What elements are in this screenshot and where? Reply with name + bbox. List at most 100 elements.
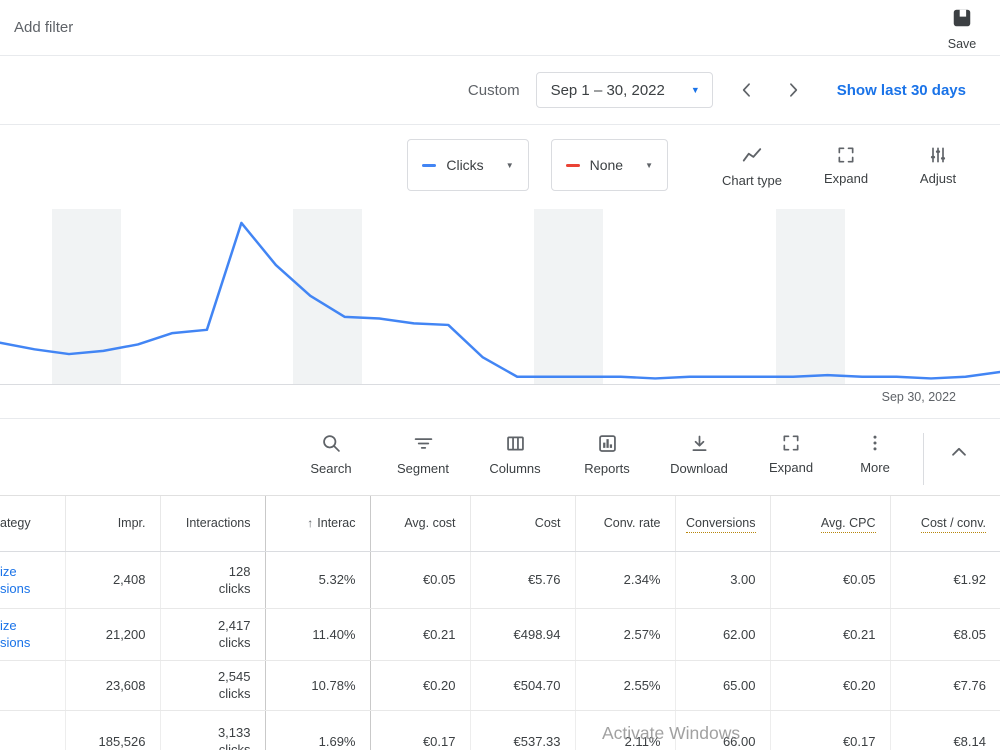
series1-metric-selector[interactable]: Clicks ▼ xyxy=(407,139,528,191)
table-total-row: 23,608 2,545 clicks 10.78% €0.20 €504.70… xyxy=(0,660,1000,710)
cost-per-conv-cell: €8.14 xyxy=(890,710,1000,750)
toolbar-divider xyxy=(923,433,924,485)
bid-strategy-cell xyxy=(0,660,65,710)
table-expand-button[interactable]: Expand xyxy=(745,433,837,475)
interactions-cell: 128 clicks xyxy=(160,551,265,608)
collapse-table-button[interactable] xyxy=(948,441,970,468)
interactions-cell: 2,417 clicks xyxy=(160,608,265,660)
chart-canvas xyxy=(0,209,1000,384)
avg-cost-cell: €0.21 xyxy=(370,608,470,660)
bid-strategy-link[interactable]: ize sions xyxy=(0,608,65,660)
dropdown-arrow-icon: ▼ xyxy=(645,161,653,170)
avg-cost-cell: €0.20 xyxy=(370,660,470,710)
more-vertical-icon xyxy=(865,433,885,453)
interactions-cell: 2,545 clicks xyxy=(160,660,265,710)
save-button[interactable]: Save xyxy=(940,7,984,51)
header-cost[interactable]: Cost xyxy=(470,496,575,551)
columns-button[interactable]: Columns xyxy=(469,433,561,476)
avg-cost-cell: €0.17 xyxy=(370,710,470,750)
segment-button[interactable]: Segment xyxy=(377,433,469,476)
search-icon xyxy=(321,433,342,454)
chart-controls: Clicks ▼ None ▼ Chart type Expand xyxy=(0,125,1000,197)
cost-cell: €504.70 xyxy=(470,660,575,710)
chevron-left-icon xyxy=(737,80,757,100)
save-icon xyxy=(951,16,973,33)
avg-cost-cell: €0.05 xyxy=(370,551,470,608)
google-ads-report-screen: Add filter Save Custom Sep 1 – 30, 2022 … xyxy=(0,0,1000,750)
expand-corners-icon xyxy=(836,145,856,165)
conversions-cell: 66.00 xyxy=(675,710,770,750)
conv-rate-cell: 2.57% xyxy=(575,608,675,660)
header-conv-rate[interactable]: Conv. rate xyxy=(575,496,675,551)
table-header-row: ategy Impr. Interactions ↑Interac Avg. c… xyxy=(0,496,1000,551)
chevron-up-icon xyxy=(948,441,970,463)
header-avg-cost[interactable]: Avg. cost xyxy=(370,496,470,551)
date-range-selector[interactable]: Sep 1 – 30, 2022 ▼ xyxy=(536,72,713,108)
table-row: ize sions 2,408 128 clicks 5.32% €0.05 €… xyxy=(0,551,1000,608)
header-impressions[interactable]: Impr. xyxy=(65,496,160,551)
dropdown-arrow-icon: ▼ xyxy=(506,161,514,170)
cost-cell: €5.76 xyxy=(470,551,575,608)
conversions-cell: 62.00 xyxy=(675,608,770,660)
interaction-rate-cell: 10.78% xyxy=(265,660,370,710)
save-label: Save xyxy=(940,37,984,51)
cost-per-conv-cell: €8.05 xyxy=(890,608,1000,660)
conversions-cell: 65.00 xyxy=(675,660,770,710)
conv-rate-cell: 2.11% xyxy=(575,710,675,750)
segment-icon xyxy=(413,433,434,454)
cost-cell: €537.33 xyxy=(470,710,575,750)
impressions-cell: 23,608 xyxy=(65,660,160,710)
reports-button[interactable]: Reports xyxy=(561,433,653,476)
avg-cpc-cell: €0.20 xyxy=(770,660,890,710)
header-avg-cpc[interactable]: Avg. CPC xyxy=(770,496,890,551)
conv-rate-cell: 2.55% xyxy=(575,660,675,710)
table-total-row: 185,526 3,133 clicks 1.69% €0.17 €537.33… xyxy=(0,710,1000,750)
cost-per-conv-cell: €7.76 xyxy=(890,660,1000,710)
impressions-cell: 2,408 xyxy=(65,551,160,608)
series1-metric-label: Clicks xyxy=(446,157,483,173)
header-bid-strategy[interactable]: ategy xyxy=(0,496,65,551)
previous-period-button[interactable] xyxy=(735,78,759,102)
interaction-rate-cell: 1.69% xyxy=(265,710,370,750)
custom-range-label: Custom xyxy=(468,82,520,99)
clicks-line-chart xyxy=(0,209,1000,385)
chart-adjust-button[interactable]: Adjust xyxy=(906,139,970,186)
add-filter-button[interactable]: Add filter xyxy=(14,19,73,36)
top-bar: Add filter Save xyxy=(0,0,1000,56)
avg-cpc-cell: €0.17 xyxy=(770,710,890,750)
cost-per-conv-cell: €1.92 xyxy=(890,551,1000,608)
conv-rate-cell: 2.34% xyxy=(575,551,675,608)
download-icon xyxy=(689,433,710,454)
sort-ascending-icon: ↑ xyxy=(307,516,313,530)
conversions-cell: 3.00 xyxy=(675,551,770,608)
next-period-button[interactable] xyxy=(781,78,805,102)
campaign-metrics-table: ategy Impr. Interactions ↑Interac Avg. c… xyxy=(0,496,1000,750)
search-button[interactable]: Search xyxy=(285,433,377,476)
series2-metric-label: None xyxy=(590,157,623,173)
show-last-30-days-link[interactable]: Show last 30 days xyxy=(837,82,966,99)
header-cost-per-conv[interactable]: Cost / conv. xyxy=(890,496,1000,551)
chart-type-button[interactable]: Chart type xyxy=(720,139,784,188)
bid-strategy-link[interactable]: ize sions xyxy=(0,551,65,608)
series2-metric-selector[interactable]: None ▼ xyxy=(551,139,668,191)
download-button[interactable]: Download xyxy=(653,433,745,476)
expand-corners-icon xyxy=(781,433,801,453)
line-chart-icon xyxy=(741,145,763,167)
impressions-cell: 21,200 xyxy=(65,608,160,660)
bar-chart-icon xyxy=(597,433,618,454)
header-interactions[interactable]: Interactions xyxy=(160,496,265,551)
header-conversions[interactable]: Conversions xyxy=(675,496,770,551)
columns-icon xyxy=(505,433,526,454)
interactions-cell: 3,133 clicks xyxy=(160,710,265,750)
more-button[interactable]: More xyxy=(837,433,913,475)
chart-expand-button[interactable]: Expand xyxy=(814,139,878,186)
series1-legend-dash-icon xyxy=(422,164,436,167)
header-interaction-rate[interactable]: ↑Interac xyxy=(265,496,370,551)
chevron-right-icon xyxy=(783,80,803,100)
avg-cpc-cell: €0.05 xyxy=(770,551,890,608)
chart-end-date-label: Sep 30, 2022 xyxy=(0,385,1000,418)
impressions-cell: 185,526 xyxy=(65,710,160,750)
dropdown-arrow-icon: ▼ xyxy=(691,85,700,95)
table-row: ize sions 21,200 2,417 clicks 11.40% €0.… xyxy=(0,608,1000,660)
cost-cell: €498.94 xyxy=(470,608,575,660)
